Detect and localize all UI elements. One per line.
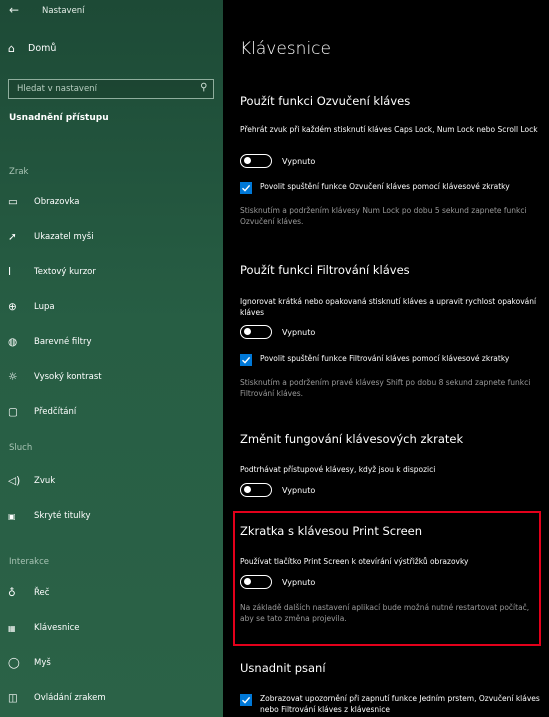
print-screen-heading: Zkratka s klávesou Print Screen (240, 524, 423, 538)
toggle-keys-shortcut-checkbox[interactable]: Povolit spuštění funkce Ozvučení kláves … (240, 182, 549, 194)
search-input[interactable] (9, 80, 184, 98)
title-bar: ← Nastavení (0, 0, 223, 24)
toggle-switch[interactable] (240, 325, 272, 339)
shortcuts-description: Podtrhávat přístupové klávesy, když jsou… (240, 465, 436, 474)
toggle-keys-description: Přehrát zvuk při každém stisknutí kláves… (240, 125, 538, 134)
print-screen-description: Používat tlačítko Print Screen k otevírá… (240, 557, 469, 566)
search-box[interactable]: ⚲ (8, 79, 214, 99)
sidebar-item-display[interactable]: ▭ Obrazovka (0, 191, 223, 213)
checkbox-checked-icon[interactable] (240, 694, 252, 706)
main-content: Klávesnice Použít funkci Ozvučení kláves… (223, 0, 549, 717)
search-icon[interactable]: ⚲ (200, 82, 207, 93)
typing-notification-checkbox[interactable]: Zobrazovat upozornění při zapnutí funkce… (240, 694, 549, 715)
sidebar-item-eye-control[interactable]: ◫ Ovládání zrakem (0, 687, 223, 709)
high-contrast-icon: ☼ (8, 371, 18, 383)
color-filter-icon: ◍ (8, 336, 18, 348)
toggle-switch[interactable] (240, 575, 272, 589)
text-cursor-icon: I (8, 266, 12, 278)
sidebar-item-mouse-pointer[interactable]: ➚ Ukazatel myši (0, 226, 223, 248)
filter-keys-shortcut-checkbox[interactable]: Povolit spuštění funkce Filtrování kláve… (240, 354, 549, 366)
speaker-icon: ◁) (8, 475, 21, 487)
category-interaction: Interakce (9, 557, 49, 567)
mouse-pointer-icon: ➚ (8, 231, 17, 243)
filter-keys-heading: Použít funkci Filtrování kláves (240, 263, 410, 277)
monitor-icon: ▭ (8, 196, 18, 208)
sidebar-item-color-filters[interactable]: ◍ Barevné filtry (0, 331, 223, 353)
sidebar-section-title: Usnadnění přístupu (9, 113, 109, 123)
back-arrow-icon[interactable]: ← (9, 3, 19, 17)
eye-control-icon: ◫ (8, 692, 18, 704)
typing-heading: Usnadnit psaní (240, 661, 326, 675)
category-hearing: Sluch (9, 443, 33, 453)
filter-keys-switch[interactable]: Vypnuto (240, 325, 315, 339)
category-vision: Zrak (9, 167, 29, 177)
checkbox-checked-icon[interactable] (240, 354, 252, 366)
sidebar-item-text-cursor[interactable]: I Textový kurzor (0, 261, 223, 283)
filter-keys-note: Stisknutím a podržením pravé klávesy Shi… (240, 378, 531, 398)
narrator-icon: ▢ (8, 406, 18, 418)
toggle-keys-note: Stisknutím a podržením klávesy Num Lock … (240, 206, 527, 226)
sidebar-item-keyboard[interactable]: ▦ Klávesnice (0, 617, 223, 639)
sidebar-item-narrator[interactable]: ▢ Předčítání (0, 401, 223, 423)
print-screen-note: Na základě dalších nastavení aplikací bu… (240, 603, 530, 623)
print-screen-switch[interactable]: Vypnuto (240, 575, 315, 589)
sidebar-item-mouse[interactable]: ◯ Myš (0, 652, 223, 674)
toggle-switch[interactable] (240, 154, 272, 168)
sidebar-item-captions[interactable]: ▣ Skryté titulky (0, 505, 223, 527)
sidebar-item-magnifier[interactable]: ⊕ Lupa (0, 296, 223, 318)
toggle-keys-switch[interactable]: Vypnuto (240, 154, 315, 168)
closed-captions-icon: ▣ (8, 511, 16, 521)
filter-keys-description: Ignorovat krátká nebo opakovaná stisknut… (240, 297, 537, 317)
checkbox-checked-icon[interactable] (240, 182, 252, 194)
toggle-switch[interactable] (240, 483, 272, 497)
home-icon: ⌂ (8, 42, 15, 55)
sidebar: ← Nastavení ⌂ Domů ⚲ Usnadnění přístupu … (0, 0, 223, 717)
shortcuts-heading: Změnit fungování klávesových zkratek (240, 432, 464, 446)
toggle-keys-heading: Použít funkci Ozvučení kláves (240, 94, 411, 108)
magnifier-icon: ⊕ (8, 301, 17, 313)
microphone-icon: ♁ (8, 587, 16, 599)
page-title: Klávesnice (240, 39, 331, 59)
sidebar-item-home[interactable]: ⌂ Domů (8, 42, 56, 55)
keyboard-icon: ▦ (8, 623, 16, 633)
sidebar-item-high-contrast[interactable]: ☼ Vysoký kontrast (0, 366, 223, 388)
mouse-icon: ◯ (8, 657, 20, 669)
sidebar-item-audio[interactable]: ◁) Zvuk (0, 470, 223, 492)
sidebar-item-speech[interactable]: ♁ Řeč (0, 582, 223, 604)
window-title: Nastavení (42, 6, 85, 16)
shortcuts-switch[interactable]: Vypnuto (240, 483, 315, 497)
